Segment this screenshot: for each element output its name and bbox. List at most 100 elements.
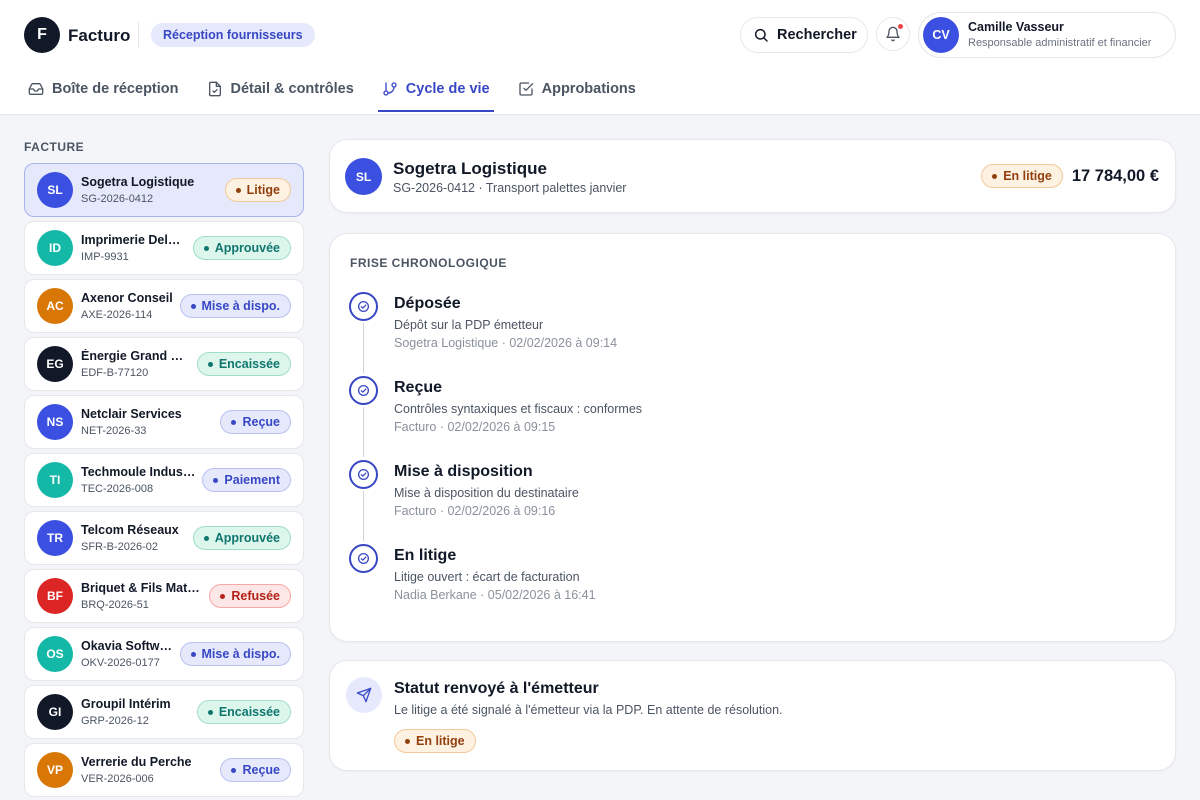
supplier-name: Imprimerie Delacroix [81,232,187,247]
status-badge: Encaissée [196,352,291,376]
user-menu[interactable]: CV Camille Vasseur Responsable administr… [918,12,1176,58]
supplier-name: Énergie Grand Ouest [81,348,191,363]
step-description: Litige ouvert : écart de facturation [394,570,580,584]
timeline-step: Déposée Dépôt sur la PDP émetteur Sogetra … [349,292,1129,376]
list-item[interactable]: BF Briquet & Fils Matériaux BRQ-2026-51 Ref… [24,569,304,623]
document-check-icon [208,81,221,97]
invoice-ref: EDF-B-77120 [81,366,149,379]
list-item[interactable]: TR Telcom Réseaux SFR-B-2026-02 Approuvée [24,511,304,565]
status-badge: Encaissée [196,700,291,724]
invoice-ref: BRQ-2026-51 [81,598,149,611]
timeline-step: Mise à disposition Mise à disposition du … [349,460,1129,544]
search-button[interactable]: Rechercher [740,17,868,53]
invoice-ref: SG-2026-0412 [81,192,154,205]
check-circle-icon [349,376,378,405]
step-description: Dépôt sur la PDP émetteur [394,318,544,332]
list-item[interactable]: TI Techmoule Industrie TEC-2026-008 Paiemen… [24,453,304,507]
status-badge-label: Mise à dispo. [201,647,281,661]
invoice-ref: OKV-2026-0177 [81,656,160,669]
invoice-ref: VER-2026-006 [81,772,154,785]
supplier-name: Telcom Réseaux [81,522,179,537]
avatar: BF [37,578,73,614]
invoice-ref: TEC-2026-008 [81,482,154,495]
step-name: Déposée [394,295,461,312]
status-badge-label: Reçue [242,763,280,777]
user-role: Responsable administratif et financier [968,37,1152,49]
tab-label: Boîte de réception [52,81,179,97]
invoice-header-card: SL Sogetra Logistique SG-2026-0412 · Tra… [329,139,1176,213]
notifications-button[interactable] [876,17,910,51]
status-badge: Mise à dispo. [179,294,291,318]
check-circle-icon [349,460,378,489]
invoice-ref: GRP-2026-12 [81,714,149,727]
status-badge: Reçue [220,410,291,434]
invoice-amount: 17 784,00 € [1071,166,1159,185]
check-circle-icon [349,544,378,573]
section-badge: Réception fournisseurs [151,23,315,47]
app-header: F Facturo Réception fournisseurs Recherc… [0,0,1200,115]
tab-approvals[interactable]: Approbations [514,68,640,112]
avatar: EG [37,346,73,382]
status-badge-label: Encaissée [218,357,280,371]
supplier-name: Verrerie du Perche [81,754,192,769]
app-logo[interactable]: F [24,17,60,53]
avatar: GI [37,694,73,730]
list-item[interactable]: AC Axenor Conseil AXE-2026-114 Mise à dispo… [24,279,304,333]
tab-details[interactable]: Détail & contrôles [203,68,358,112]
timeline-step: En litige Litige ouvert : écart de factur… [349,544,1129,628]
status-badge: Reçue [220,758,291,782]
check-circle-icon [349,292,378,321]
avatar: NS [37,404,73,440]
step-description: Contrôles syntaxiques et fiscaux : confo… [394,402,643,416]
supplier-name: Sogetra Logistique [81,174,195,189]
tab-lifecycle[interactable]: Cycle de vie [377,68,494,112]
supplier-name: Okavia Software [81,638,174,653]
notification-dot [897,23,904,30]
send-icon [346,677,382,713]
search-icon [754,28,768,42]
tab-inbox[interactable]: Boîte de réception [24,68,183,112]
list-item[interactable]: GI Groupil Intérim GRP-2026-12 Encaissée [24,685,304,739]
step-name: Reçue [394,379,443,396]
step-meta: Sogetra Logistique · 02/02/2026 à 09:14 [394,336,618,350]
brand-name: Facturo [68,26,131,45]
supplier-name: Briquet & Fils Matériaux [81,580,203,595]
status-badge-label: Encaissée [218,705,280,719]
step-name: Mise à disposition [394,463,533,480]
list-item[interactable]: SL Sogetra Logistique SG-2026-0412 Litige [24,163,304,217]
step-meta: Facturo · 02/02/2026 à 09:16 [394,504,556,518]
list-item[interactable]: NS Netclair Services NET-2026-33 Reçue [24,395,304,449]
tab-label: Approbations [541,81,636,97]
tab-bar: Boîte de réception Détail & contrôles Cy… [24,68,660,114]
invoice-ref: AXE-2026-114 [81,308,153,321]
status-badge-label: Paiement [224,473,280,487]
timeline-step: Reçue Contrôles syntaxiques et fiscaux : … [349,376,1129,460]
avatar: ID [37,230,73,266]
avatar: TR [37,520,73,556]
step-description: Mise à disposition du destinataire [394,486,579,500]
supplier-name: Sogetra Logistique [393,159,547,178]
list-item[interactable]: VP Verrerie du Perche VER-2026-006 Reçue [24,743,304,797]
tab-label: Cycle de vie [405,81,490,97]
step-meta: Facturo · 02/02/2026 à 09:15 [394,420,556,434]
checkbox-icon [518,82,533,96]
status-badge: Litige [224,178,291,202]
status-badge: Approuvée [192,526,291,550]
supplier-name: Groupil Intérim [81,696,171,711]
list-item[interactable]: EG Énergie Grand Ouest EDF-B-77120 Encaissé… [24,337,304,391]
status-badge: Approuvée [192,236,291,260]
inbox-icon [28,83,44,95]
list-item[interactable]: OS Okavia Software OKV-2026-0177 Mise à dis… [24,627,304,681]
avatar: TI [37,462,73,498]
invoice-ref: NET-2026-33 [81,424,147,437]
status-badge-label: Reçue [242,415,280,429]
status-card-desc: Le litige a été signalé à l'émetteur via… [394,703,783,717]
list-item[interactable]: ID Imprimerie Delacroix IMP-9931 Approuvée [24,221,304,275]
invoice-list-title: FACTURE [24,140,85,154]
status-badge-label: Refusée [231,589,280,603]
git-branch-icon [383,82,397,96]
invoice-list: SL Sogetra Logistique SG-2026-0412 Litige ID… [24,163,304,800]
avatar: VP [37,752,73,788]
status-badge: Mise à dispo. [179,642,291,666]
supplier-name: Axenor Conseil [81,290,173,305]
